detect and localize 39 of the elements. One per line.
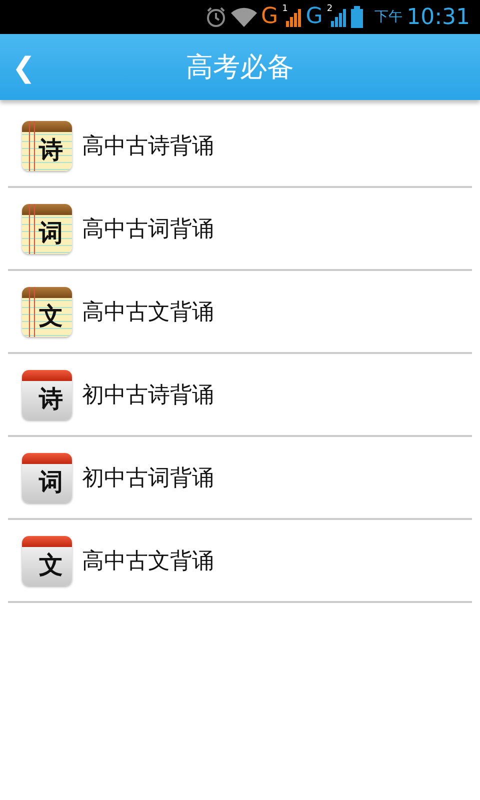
list-item[interactable]: 文 高中古文背诵 xyxy=(8,520,472,603)
icon-character: 词 xyxy=(38,466,64,496)
network-type: G xyxy=(306,6,323,28)
signal-icon xyxy=(286,7,302,27)
alarm-clock-icon xyxy=(205,6,227,28)
margin-line xyxy=(29,120,35,170)
icon-top-band xyxy=(22,204,72,214)
wifi-icon xyxy=(231,7,257,27)
icon-top-band xyxy=(22,370,72,380)
list-item-label: 高中古文背诵 xyxy=(82,298,214,326)
icon-top-band xyxy=(22,120,72,132)
icon-character: 文 xyxy=(38,300,64,330)
list-item[interactable]: 词 初中古词背诵 xyxy=(8,437,472,520)
list-item-label: 高中古词背诵 xyxy=(82,216,214,244)
network-type: G xyxy=(261,6,278,28)
list-item-label: 初中古诗背诵 xyxy=(82,382,214,410)
time-period: 下午 xyxy=(374,8,403,26)
sim-number: 1 xyxy=(282,4,288,14)
sim-number: 2 xyxy=(326,4,333,14)
list-item-label: 高中古诗背诵 xyxy=(82,132,214,160)
icon-top-band xyxy=(22,536,72,546)
header-title: 高考必备 xyxy=(186,51,294,85)
list-item[interactable]: 诗 初中古诗背诵 xyxy=(8,354,472,437)
icon-character: 诗 xyxy=(38,134,64,164)
margin-line xyxy=(29,286,35,336)
clock: 10:31 xyxy=(406,4,470,30)
battery-icon xyxy=(350,6,363,28)
icon-top-band xyxy=(22,452,72,464)
list-item[interactable]: 诗 高中古诗背诵 xyxy=(8,105,472,188)
icon-character: 文 xyxy=(38,550,64,580)
margin-line xyxy=(29,204,35,254)
list-item-label: 初中古词背诵 xyxy=(82,464,214,492)
icon-top-band xyxy=(22,286,72,298)
signal-icon xyxy=(330,7,347,27)
list-item[interactable]: 文 高中古文背诵 xyxy=(8,271,472,354)
list-item[interactable]: 词 高中古词背诵 xyxy=(8,188,472,271)
icon-character: 词 xyxy=(38,218,64,248)
icon-character: 诗 xyxy=(38,384,64,414)
list-item-label: 高中古文背诵 xyxy=(82,548,214,576)
